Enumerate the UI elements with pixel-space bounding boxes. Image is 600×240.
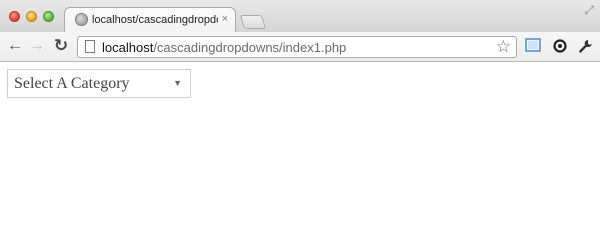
star-icon[interactable]: ☆ <box>496 38 511 56</box>
tab-close-icon[interactable]: × <box>222 12 228 26</box>
window-maximize-button[interactable] <box>43 11 54 22</box>
dropdown-arrow-icon: ▼ <box>173 78 182 88</box>
address-bar[interactable]: localhost/cascadingdropdowns/index1.php … <box>77 36 517 58</box>
category-select-value: Select A Category <box>14 75 130 92</box>
wrench-icon[interactable] <box>576 38 594 56</box>
tab-title: localhost/cascadingdropdow <box>92 14 218 26</box>
favicon-icon <box>75 13 88 26</box>
window-close-button[interactable] <box>9 11 20 22</box>
fullscreen-icon[interactable]: ⤢ <box>584 3 594 18</box>
tab-strip: localhost/cascadingdropdow × ⤢ <box>0 0 600 32</box>
page-content: Select A Category ▼ <box>0 62 600 230</box>
browser-window: localhost/cascadingdropdow × ⤢ ← → ↻ loc… <box>0 0 600 230</box>
screen-icon[interactable] <box>524 38 542 56</box>
back-arrow-icon[interactable]: ← <box>6 37 24 55</box>
window-minimize-button[interactable] <box>26 11 37 22</box>
page-icon <box>85 40 95 53</box>
url-path: /cascadingdropdowns/index1.php <box>153 40 347 55</box>
sync-icon[interactable] <box>551 38 569 56</box>
browser-tab[interactable]: localhost/cascadingdropdow × <box>64 7 236 32</box>
url-text[interactable]: localhost/cascadingdropdowns/index1.php <box>102 40 346 55</box>
new-tab-button[interactable] <box>239 15 267 29</box>
url-host: localhost <box>102 40 154 55</box>
category-select[interactable]: Select A Category ▼ <box>7 69 191 98</box>
reload-icon[interactable]: ↻ <box>52 37 70 55</box>
forward-arrow-icon[interactable]: → <box>28 37 46 55</box>
browser-toolbar: ← → ↻ localhost/cascadingdropdowns/index… <box>0 32 600 62</box>
